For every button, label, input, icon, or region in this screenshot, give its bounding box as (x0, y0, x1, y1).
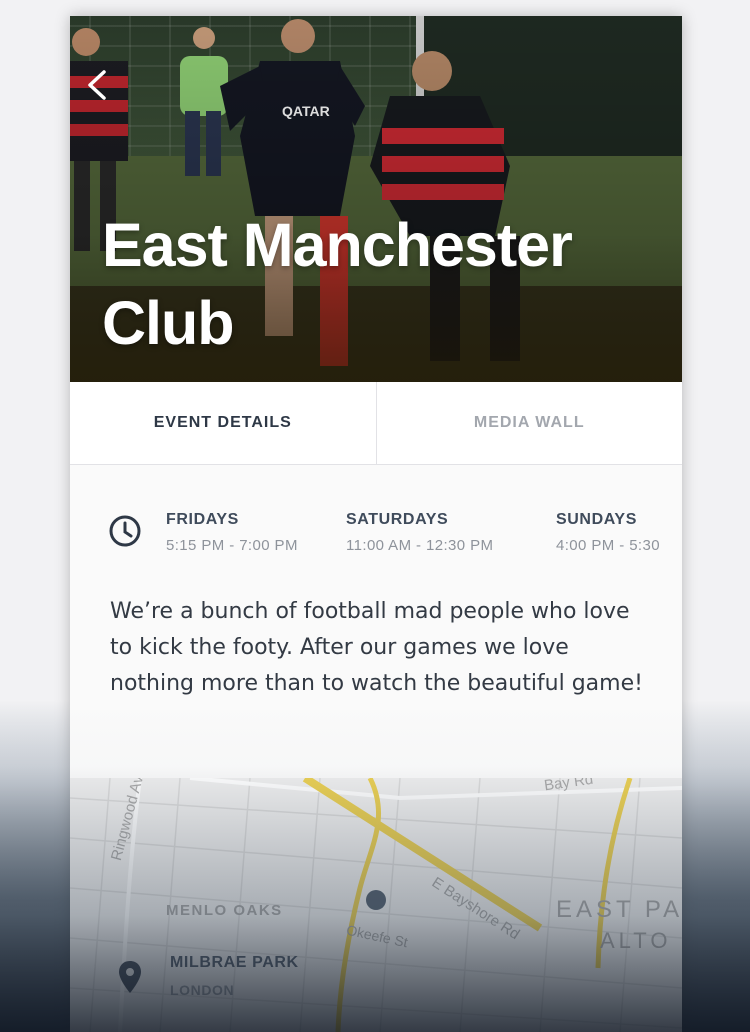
map-location-dot (366, 890, 386, 910)
tab-bar: EVENT DETAILS MEDIA WALL (70, 382, 682, 465)
clock-icon (109, 515, 141, 547)
schedule-saturday: SATURDAYS 11:00 AM - 12:30 PM (346, 511, 493, 554)
club-title: East Manchester Club (102, 211, 573, 357)
map-label-alto: ALTO (600, 928, 672, 953)
venue-city: LONDON (170, 982, 235, 998)
schedule-time: 5:15 PM - 7:00 PM (166, 537, 298, 554)
venue-name: MILBRAE PARK (170, 954, 299, 971)
location-map[interactable]: Ringwood Ave Bay Rd E Bayshore Rd MENLO … (70, 778, 682, 1032)
schedule-day: SATURDAYS (346, 511, 449, 528)
hero-image: QATAR East Manchester Club (70, 16, 682, 382)
venue-info: MILBRAE PARK LONDON (170, 954, 299, 998)
tab-media-wall[interactable]: MEDIA WALL (377, 382, 683, 464)
schedule-sunday: SUNDAYS 4:00 PM - 5:30 (556, 511, 682, 554)
tab-event-details[interactable]: EVENT DETAILS (70, 382, 376, 464)
event-description: We’re a bunch of football mad people who… (110, 599, 643, 696)
schedule-day: FRIDAYS (166, 511, 239, 528)
chevron-left-icon[interactable] (84, 68, 112, 102)
map-pin-icon (119, 961, 141, 993)
schedule-time: 11:00 AM - 12:30 PM (346, 537, 494, 554)
map-label-east-pa: EAST PA (556, 896, 682, 923)
schedule-day: SUNDAYS (556, 511, 637, 528)
schedule-friday: FRIDAYS 5:15 PM - 7:00 PM (166, 511, 298, 554)
schedule-time: 4:00 PM - 5:30 (556, 537, 660, 554)
map-label-menlo-oaks: MENLO OAKS (166, 902, 283, 919)
